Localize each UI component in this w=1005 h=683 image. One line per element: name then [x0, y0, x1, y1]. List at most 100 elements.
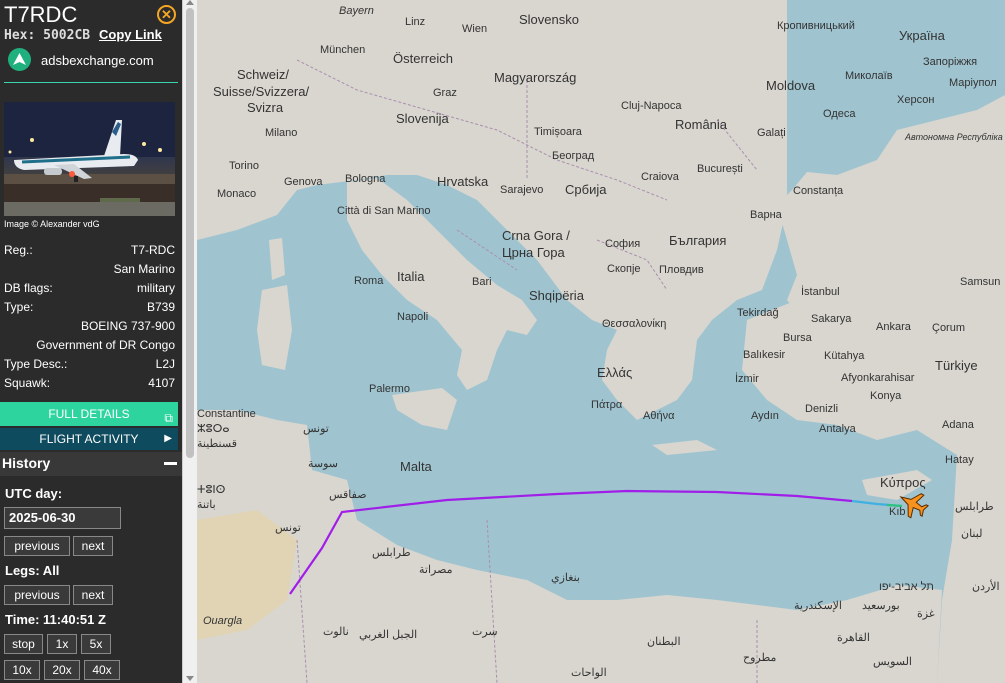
map-label: Magyarország: [494, 70, 576, 85]
legs-previous-button[interactable]: previous: [4, 585, 70, 605]
flight-activity-label: FLIGHT ACTIVITY: [39, 432, 139, 446]
map-label: الإسكندرية: [794, 600, 842, 612]
map-label: ⵣⵓⵔⴰ: [197, 423, 230, 435]
map-label: Bayern: [339, 5, 374, 17]
map-label: Варна: [750, 209, 783, 221]
detail-key: DB flags:: [4, 281, 53, 295]
map-label: Миколаїв: [845, 70, 893, 82]
scrollbar-thumb[interactable]: [186, 8, 194, 458]
close-icon[interactable]: ✕: [157, 5, 176, 24]
map-label: تونس: [275, 522, 301, 534]
legs-label: Legs: All: [5, 563, 60, 578]
map-label: България: [669, 233, 726, 248]
detail-row: Squawk: 4107: [4, 376, 175, 392]
map-label: الواحات: [571, 667, 607, 679]
map-label: Napoli: [397, 311, 428, 323]
utc-day-label: UTC day:: [5, 486, 63, 501]
time-label: Time: 11:40:51 Z: [5, 612, 106, 627]
map-label: Graz: [433, 87, 457, 99]
detail-key: Type Desc.:: [4, 357, 68, 371]
sidebar-scrollbar[interactable]: [182, 0, 197, 683]
replay-1x-button[interactable]: 1x: [47, 634, 77, 654]
collapse-icon[interactable]: [164, 462, 177, 465]
map-label: Adana: [942, 419, 975, 431]
map-label: Crna Gora /: [502, 228, 570, 243]
photo-credit: Image © Alexander vdG: [4, 219, 100, 229]
map-label: Roma: [354, 275, 384, 287]
map-label: Suisse/Svizzera/: [213, 84, 309, 99]
detail-row: San Marino: [4, 262, 175, 278]
map-label: Hrvatska: [437, 174, 489, 189]
full-details-button[interactable]: FULL DETAILS ⧉: [0, 402, 178, 426]
map-label: Palermo: [369, 383, 410, 395]
map-label: Moldova: [766, 78, 816, 93]
site-link[interactable]: adsbexchange.com: [41, 53, 154, 68]
replay-5x-button[interactable]: 5x: [81, 634, 111, 654]
map-label: Konya: [870, 390, 902, 402]
map-label: Svizra: [247, 100, 284, 115]
map-label: București: [697, 163, 743, 175]
map-label: תל אביב-יפו: [879, 580, 934, 593]
map-label: Antalya: [819, 423, 857, 435]
detail-key: Reg.:: [4, 243, 33, 257]
map-label: Craiova: [641, 171, 680, 183]
map-view[interactable]: Bayern Linz Wien Slovensko Кропивницький…: [197, 0, 1005, 683]
replay-stop-button[interactable]: stop: [4, 634, 43, 654]
map-label: طرابلس: [955, 501, 994, 513]
legs-next-button[interactable]: next: [73, 585, 113, 605]
map-label: صفاقس: [329, 489, 367, 501]
replay-20x-button[interactable]: 20x: [44, 660, 80, 680]
divider: [4, 82, 178, 83]
map-label: Sarajevo: [500, 184, 543, 196]
map-label: تونس: [303, 423, 329, 435]
map-label: Italia: [397, 269, 425, 284]
map-label: Slovensko: [519, 12, 579, 27]
map-label: Wien: [462, 23, 487, 35]
map-label: Ελλάς: [597, 365, 632, 380]
detail-row: DB flags: military: [4, 281, 175, 297]
map-label: Malta: [400, 459, 433, 474]
detail-value: L2J: [155, 357, 175, 371]
flight-activity-button[interactable]: FLIGHT ACTIVITY ▶: [0, 428, 178, 450]
map-label: Balıkesir: [743, 349, 786, 361]
detail-value: 4107: [148, 376, 175, 390]
map-label: باتنة: [197, 499, 216, 511]
aircraft-photo[interactable]: [4, 102, 175, 216]
map-label: Österreich: [393, 51, 453, 66]
history-title: History: [2, 455, 51, 471]
map-label: Kütahya: [824, 350, 865, 362]
map-label: Città di San Marino: [337, 205, 431, 217]
replay-40x-button[interactable]: 40x: [84, 660, 120, 680]
detail-value: B739: [146, 300, 175, 314]
map-label: نالوت: [323, 626, 349, 638]
map-label: Херсон: [897, 94, 934, 106]
replay-10x-button[interactable]: 10x: [4, 660, 40, 680]
map-label: Shqipëria: [529, 288, 585, 303]
detail-row: Reg.: T7-RDC: [4, 243, 175, 259]
date-input[interactable]: 2025-06-30: [4, 507, 121, 529]
map-label: Ankara: [876, 321, 912, 333]
map-label: Çorum: [932, 322, 965, 334]
map-label: Torino: [229, 160, 259, 172]
detail-value: Government of DR Congo: [36, 338, 175, 352]
full-details-label: FULL DETAILS: [48, 407, 130, 421]
map-label: البطنان: [647, 636, 681, 648]
adsbexchange-logo-icon[interactable]: [8, 48, 31, 71]
day-next-button[interactable]: next: [73, 536, 113, 556]
app-window: T7RDC ✕ Hex: 5002CB Copy Link adsbexchan…: [0, 0, 1005, 683]
copy-link[interactable]: Copy Link: [99, 27, 162, 42]
map-label: Hatay: [945, 454, 974, 466]
map-label: München: [320, 44, 365, 56]
history-header[interactable]: History: [0, 452, 182, 476]
map-label: Αθήνα: [643, 410, 675, 422]
hex-code: Hex: 5002CB: [4, 28, 91, 43]
map-label: Србија: [565, 182, 607, 197]
sardinia-land: [257, 285, 292, 370]
day-previous-button[interactable]: previous: [4, 536, 70, 556]
map-label: Sakarya: [811, 313, 852, 325]
map-label: Schweiz/: [237, 67, 289, 82]
map-label: Автономна Республіка Крим: [904, 132, 1005, 142]
scroll-down-icon[interactable]: [186, 676, 194, 681]
scroll-up-icon[interactable]: [186, 0, 194, 5]
map-label: Milano: [265, 127, 297, 139]
